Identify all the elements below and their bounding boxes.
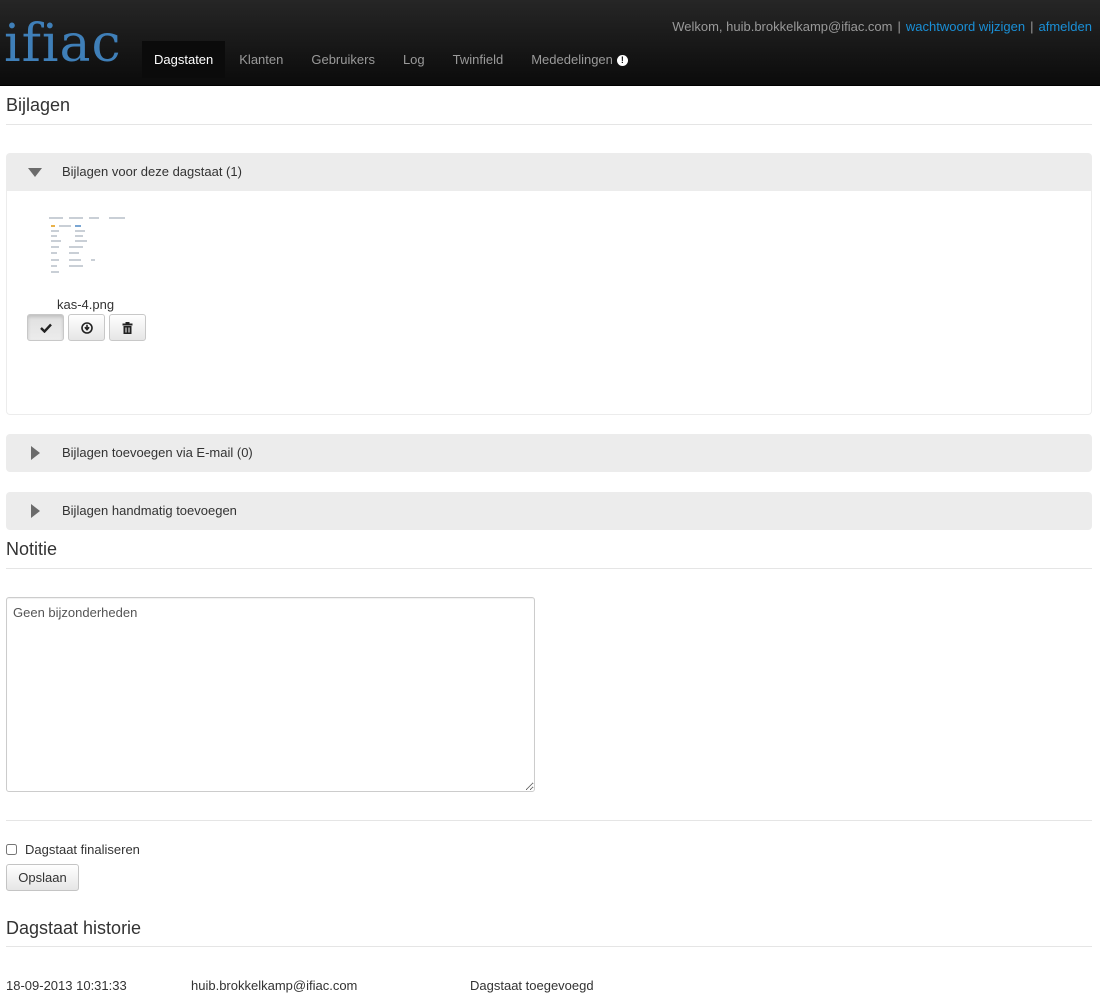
- download-button[interactable]: [68, 314, 105, 341]
- history-user: huib.brokkelkamp@ifiac.com: [191, 978, 358, 993]
- panel-attachments-current[interactable]: Bijlagen voor deze dagstaat (1): [6, 153, 1092, 191]
- history-timestamp: 18-09-2013 10:31:33: [6, 978, 127, 993]
- nav-item-log[interactable]: Log: [389, 41, 439, 78]
- nav-item-dagstaten[interactable]: Dagstaten: [142, 41, 226, 78]
- panel-label: Bijlagen voor deze dagstaat (1): [62, 164, 242, 179]
- nav-item-mededelingen[interactable]: Mededelingen!: [517, 41, 642, 78]
- main-nav: Dagstaten Klanten Gebruikers Log Twinfie…: [142, 41, 642, 78]
- logout-link[interactable]: afmelden: [1039, 19, 1092, 34]
- finalize-option[interactable]: Dagstaat finaliseren: [6, 842, 140, 857]
- trash-icon: [122, 321, 133, 334]
- divider: [6, 568, 1092, 569]
- checkmark-icon: [39, 323, 52, 333]
- history-action: Dagstaat toegevoegd: [470, 978, 594, 993]
- divider: [6, 124, 1092, 125]
- attachment-actions: [27, 314, 146, 341]
- note-title: Notitie: [6, 539, 58, 559]
- divider: [6, 820, 1092, 821]
- nav-item-mededelingen-label: Mededelingen: [531, 52, 613, 67]
- app-logo[interactable]: ifiac: [4, 16, 122, 72]
- delete-button[interactable]: [109, 314, 146, 341]
- caret-right-icon: [31, 504, 40, 518]
- finalize-label: Dagstaat finaliseren: [25, 842, 140, 857]
- approve-button[interactable]: [27, 314, 64, 341]
- caret-right-icon: [31, 446, 40, 460]
- note-textarea[interactable]: Geen bijzonderheden: [6, 597, 535, 792]
- separator: |: [897, 19, 901, 34]
- user-bar: Welkom, huib.brokkelkamp@ifiac.com | wacht…: [672, 19, 1092, 34]
- nav-item-gebruikers[interactable]: Gebruikers: [297, 41, 389, 78]
- attachment-filename: kas-4.png: [57, 297, 115, 312]
- history-title: Dagstaat historie: [6, 918, 142, 938]
- caret-down-icon: [28, 168, 42, 177]
- separator: |: [1030, 19, 1034, 34]
- finalize-checkbox[interactable]: [6, 844, 17, 855]
- top-navbar: ifiac Dagstaten Klanten Gebruikers Log T…: [0, 0, 1100, 86]
- exclamation-icon: !: [616, 55, 628, 66]
- attachments-title: Bijlagen: [6, 95, 71, 115]
- divider: [6, 946, 1092, 947]
- nav-item-twinfield[interactable]: Twinfield: [439, 41, 518, 78]
- attachments-panel-body: kas-4.png: [6, 191, 1092, 415]
- panel-label: Bijlagen toevoegen via E-mail (0): [62, 445, 253, 460]
- download-icon: [80, 321, 93, 334]
- change-password-link[interactable]: wachtwoord wijzigen: [906, 19, 1025, 34]
- save-button[interactable]: Opslaan: [6, 864, 79, 891]
- panel-label: Bijlagen handmatig toevoegen: [62, 503, 237, 518]
- welcome-text: Welkom, huib.brokkelkamp@ifiac.com: [672, 19, 893, 34]
- attachment-thumbnail[interactable]: [47, 215, 127, 277]
- nav-item-klanten[interactable]: Klanten: [225, 41, 297, 78]
- panel-attachments-manual[interactable]: Bijlagen handmatig toevoegen: [6, 492, 1092, 530]
- panel-attachments-email[interactable]: Bijlagen toevoegen via E-mail (0): [6, 434, 1092, 472]
